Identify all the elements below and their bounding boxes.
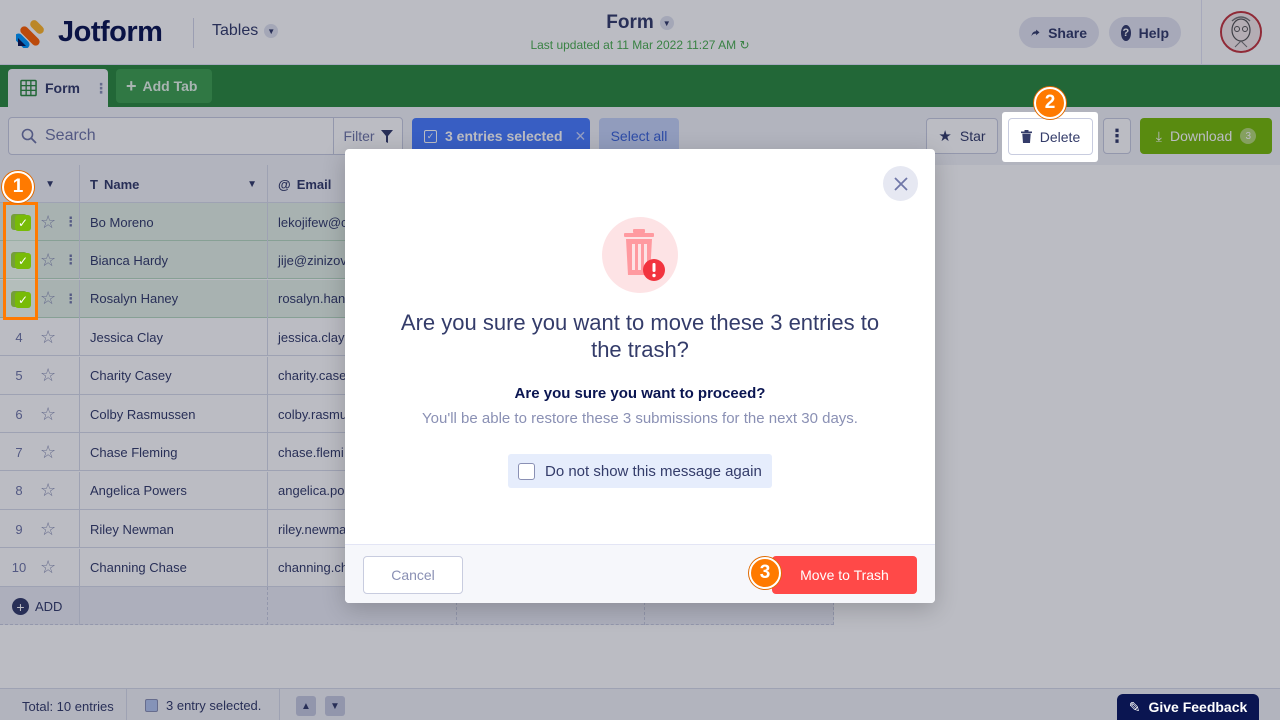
close-dialog-button[interactable]: [883, 166, 918, 201]
give-feedback-label: Give Feedback: [1148, 699, 1248, 715]
dialog-note: You'll be able to restore these 3 submis…: [422, 410, 858, 427]
move-to-trash-label: Move to Trash: [800, 567, 889, 583]
dialog-title: Are you sure you want to move these 3 en…: [400, 310, 880, 362]
close-icon: [893, 176, 908, 191]
delete-label: Delete: [1039, 128, 1081, 145]
delete-button[interactable]: Delete: [1008, 118, 1093, 155]
give-feedback-button[interactable]: ✎ Give Feedback: [1117, 694, 1259, 720]
trash-confirm-dialog: Are you sure you want to move these 3 en…: [345, 149, 935, 603]
delete-highlight: Delete: [1002, 112, 1098, 162]
row-checkbox-checked[interactable]: ✓: [15, 292, 31, 308]
dont-show-again-option[interactable]: Do not show this message again: [508, 454, 772, 488]
trash-alert-icon: [624, 229, 665, 281]
cancel-button[interactable]: Cancel: [363, 556, 463, 594]
dont-show-again-label: Do not show this message again: [545, 462, 762, 480]
dont-show-again-checkbox[interactable]: [518, 462, 535, 480]
trash-warning-icon: [602, 217, 678, 293]
feedback-edit-icon: ✎: [1128, 698, 1141, 715]
dialog-footer: Cancel Move to Trash: [345, 544, 935, 603]
step-callout-1: 1: [2, 171, 34, 203]
trash-icon: [1020, 130, 1032, 143]
cancel-label: Cancel: [391, 567, 435, 583]
selected-rows-highlight: ✓ ✓ ✓: [3, 202, 38, 320]
dialog-question: Are you sure you want to proceed?: [514, 385, 766, 402]
row-checkbox-checked[interactable]: ✓: [15, 253, 31, 269]
move-to-trash-button[interactable]: Move to Trash: [772, 556, 917, 594]
step-callout-3: 3: [749, 557, 781, 589]
row-checkbox-checked[interactable]: ✓: [15, 215, 31, 231]
step-callout-2: 2: [1034, 87, 1066, 119]
